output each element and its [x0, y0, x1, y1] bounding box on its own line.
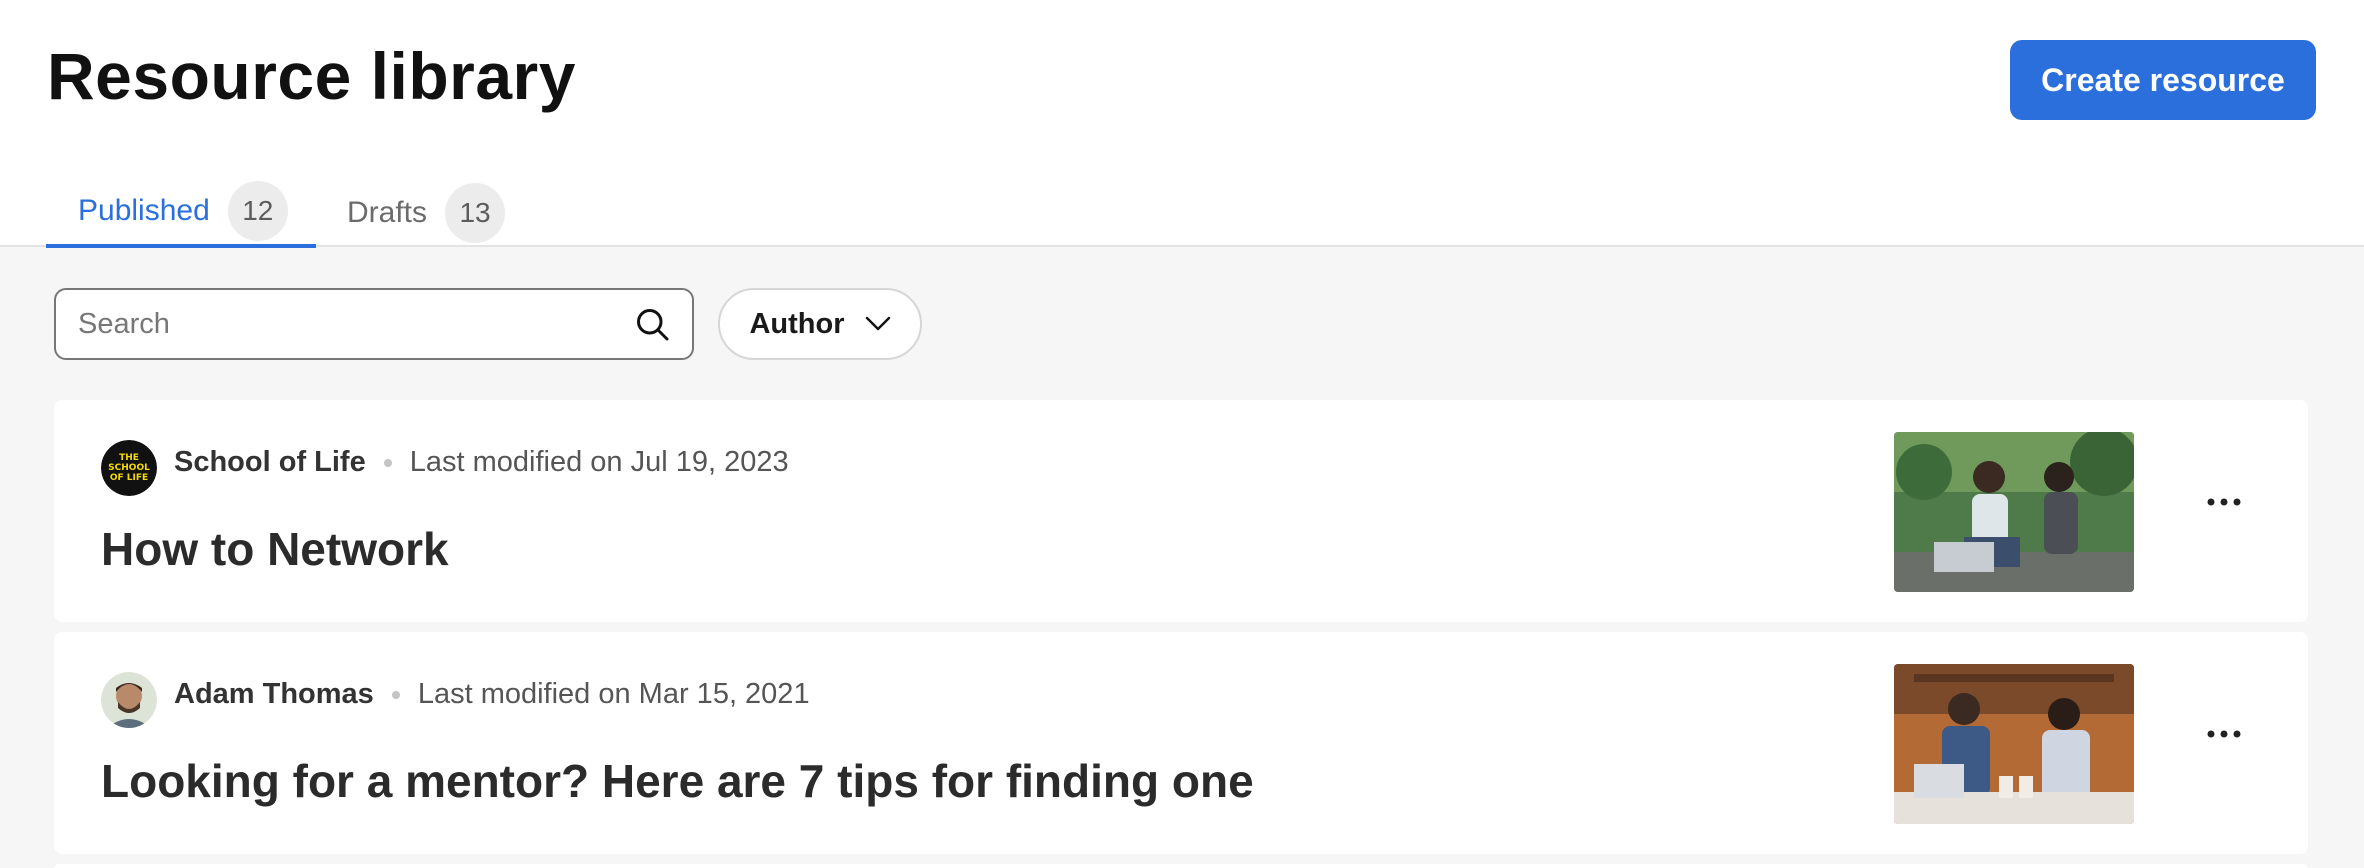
search-box[interactable]	[54, 288, 694, 360]
resource-card-partial	[54, 864, 2308, 868]
author-avatar-logo: THE SCHOOL OF LIFE	[101, 440, 157, 496]
school-of-life-logo-icon: THE SCHOOL OF LIFE	[101, 440, 157, 496]
resource-author: Adam Thomas	[174, 678, 374, 710]
resource-meta: Adam Thomas Last modified on Mar 15, 202…	[174, 678, 810, 711]
author-avatar	[101, 672, 157, 728]
author-filter-label: Author	[749, 307, 845, 340]
resource-thumbnail	[1894, 664, 2134, 824]
tab-drafts-count: 13	[445, 183, 506, 243]
resource-meta: School of Life Last modified on Jul 19, …	[174, 446, 789, 479]
resource-title[interactable]: Looking for a mentor? Here are 7 tips fo…	[101, 754, 1254, 808]
chevron-down-icon	[865, 316, 890, 331]
separator-dot	[383, 458, 392, 467]
create-resource-button[interactable]: Create resource	[2010, 40, 2316, 120]
tab-published-label: Published	[78, 194, 210, 227]
author-filter-dropdown[interactable]: Author	[718, 288, 922, 360]
search-icon[interactable]	[634, 306, 670, 342]
svg-text:THE: THE	[119, 453, 139, 463]
resource-card[interactable]: Adam Thomas Last modified on Mar 15, 202…	[54, 632, 2308, 854]
tab-published-count: 12	[227, 181, 288, 241]
resource-author: School of Life	[174, 446, 366, 478]
tab-published[interactable]: Published 12	[46, 178, 316, 248]
more-options-button[interactable]	[2194, 712, 2254, 756]
tab-drafts[interactable]: Drafts 13	[347, 178, 506, 248]
resource-title[interactable]: How to Network	[101, 522, 449, 576]
more-horizontal-icon	[2207, 730, 2241, 738]
resource-card[interactable]: THE SCHOOL OF LIFE School of Life Last m…	[54, 400, 2308, 622]
search-input[interactable]	[78, 307, 634, 341]
resource-modified-date: Last modified on Jul 19, 2023	[409, 446, 789, 478]
resource-thumbnail	[1894, 432, 2134, 592]
page-title: Resource library	[47, 39, 576, 113]
more-options-button[interactable]	[2194, 480, 2254, 524]
tab-drafts-label: Drafts	[347, 196, 428, 229]
person-avatar-icon	[101, 672, 157, 728]
separator-dot	[391, 690, 400, 699]
svg-text:SCHOOL: SCHOOL	[108, 463, 150, 473]
resource-modified-date: Last modified on Mar 15, 2021	[417, 678, 810, 710]
page-header: Resource library Create resource Publish…	[0, 0, 2364, 248]
more-horizontal-icon	[2207, 498, 2241, 506]
svg-text:OF LIFE: OF LIFE	[110, 473, 148, 483]
